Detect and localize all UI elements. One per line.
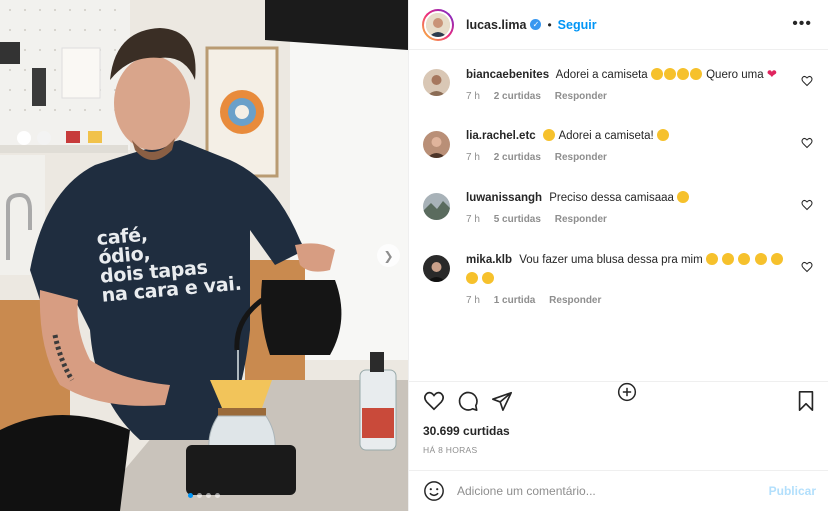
post-actions: 30.699 curtidas HÁ 8 HORAS Publicar [409, 381, 828, 509]
comment-text: Adorei a camiseta! [558, 130, 654, 142]
bookmark-save-icon[interactable] [795, 390, 817, 412]
commenter-avatar[interactable] [423, 255, 450, 282]
reply-button[interactable]: Responder [555, 152, 607, 163]
emoji-picker-icon[interactable] [423, 480, 445, 502]
comment-time: 7 h [466, 91, 480, 102]
comment-likes[interactable]: 2 curtidas [494, 91, 541, 102]
comment-time: 7 h [466, 214, 480, 225]
carousel-dot [188, 493, 193, 498]
comment-item: luwanissangh Preciso dessa camisaaa 7 h … [423, 189, 813, 225]
publish-button[interactable]: Publicar [769, 484, 816, 498]
comments-list: biancaebenites Adorei a camiseta Quero u… [409, 51, 828, 402]
comment-time: 7 h [466, 152, 480, 163]
comment-text: Preciso dessa camisaaa [549, 192, 674, 204]
commenter-avatar[interactable] [423, 131, 450, 158]
laugh-emoji-icon [542, 129, 556, 142]
clap-emoji-icon [650, 68, 703, 81]
post-header: lucas.lima ✓ • Seguir ••• [409, 0, 828, 50]
comment-text-2: Quero uma [706, 69, 764, 81]
commenter-avatar[interactable] [423, 193, 450, 220]
like-count[interactable]: 30.699 curtidas [423, 424, 510, 438]
header-separator: • [547, 17, 552, 32]
author-avatar[interactable] [422, 8, 454, 41]
red-heart-emoji-icon: ❤ [766, 67, 777, 81]
comment-item: mika.klb Vou fazer uma blusa dessa pra m… [423, 251, 813, 306]
follow-button[interactable]: Seguir [558, 18, 597, 32]
chevron-right-icon: ❯ [383, 248, 394, 263]
post-sidebar: lucas.lima ✓ • Seguir ••• biancaebenites… [408, 0, 828, 511]
carousel-dot [206, 493, 211, 498]
post-timestamp: HÁ 8 HORAS [423, 445, 478, 455]
carousel-dot [215, 493, 220, 498]
reply-button[interactable]: Responder [555, 91, 607, 102]
verified-badge-icon: ✓ [530, 19, 542, 30]
author-avatar-image [426, 12, 450, 37]
comment-composer: Publicar [409, 470, 828, 510]
comment-likes[interactable]: 2 curtidas [494, 152, 541, 163]
comment-item: lia.rachel.etc Adorei a camiseta! 7 h 2 … [423, 127, 813, 163]
commenter-username[interactable]: luwanissangh [466, 192, 542, 204]
post-photo[interactable]: café, ódio, dois tapas na cara e vai. ❯ [0, 0, 408, 511]
carousel-dot [197, 493, 202, 498]
comment-bubble-icon[interactable] [457, 390, 479, 412]
laugh-emoji-icon [656, 129, 670, 142]
comment-time: 7 h [466, 295, 480, 306]
comment-input[interactable] [457, 483, 757, 498]
comment-item: biancaebenites Adorei a camiseta Quero u… [423, 65, 813, 102]
more-options-icon[interactable]: ••• [792, 15, 812, 33]
commenter-username[interactable]: biancaebenites [466, 69, 549, 81]
heart-eyes-emoji-icon [677, 191, 690, 204]
reply-button[interactable]: Responder [555, 214, 607, 225]
share-send-icon[interactable] [491, 390, 513, 412]
carousel-dots [188, 493, 220, 498]
like-comment-heart-icon[interactable] [801, 261, 813, 273]
like-comment-heart-icon[interactable] [801, 75, 813, 87]
like-heart-icon[interactable] [423, 390, 445, 412]
comment-likes[interactable]: 1 curtida [494, 295, 536, 306]
carousel-next-button[interactable]: ❯ [377, 244, 400, 267]
commenter-avatar[interactable] [423, 69, 450, 96]
commenter-username[interactable]: lia.rachel.etc [466, 130, 536, 142]
like-comment-heart-icon[interactable] [801, 137, 813, 149]
shirt-print: café, ódio, dois tapas na cara e vai. [96, 218, 242, 307]
author-username[interactable]: lucas.lima [466, 18, 526, 32]
reply-button[interactable]: Responder [549, 295, 601, 306]
comment-likes[interactable]: 5 curtidas [494, 214, 541, 225]
comment-text: Vou fazer uma blusa dessa pra mim [519, 254, 703, 266]
like-comment-heart-icon[interactable] [801, 199, 813, 211]
comment-text: Adorei a camiseta [555, 69, 648, 81]
instagram-post-viewer: café, ódio, dois tapas na cara e vai. ❯ [0, 0, 828, 511]
commenter-username[interactable]: mika.klb [466, 254, 512, 266]
